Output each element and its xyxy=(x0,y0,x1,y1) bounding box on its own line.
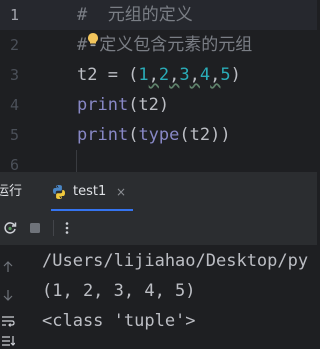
run-panel-title: 运行 xyxy=(0,184,23,199)
arrow-up-icon[interactable] xyxy=(0,259,16,275)
run-toolbar xyxy=(0,211,317,246)
code-line[interactable]: 4 print(t2) xyxy=(0,90,317,120)
code-token: ) xyxy=(230,65,241,85)
console-gutter xyxy=(0,245,24,349)
code-line[interactable]: 6 xyxy=(0,150,317,172)
code-token: t2 = ( xyxy=(77,65,139,85)
code-line[interactable]: 5 print(type(t2)) xyxy=(0,120,317,150)
code-token: # xyxy=(77,35,88,55)
code-token: ( xyxy=(128,125,139,145)
code-token: # 元组的定义 xyxy=(77,5,193,25)
code-token: print xyxy=(77,125,129,145)
tab-test1[interactable]: test1 × xyxy=(51,173,136,211)
tab-label: test1 xyxy=(73,184,107,199)
stop-icon[interactable] xyxy=(25,218,45,238)
run-tool-window: 运行 test1 × /Users/lijiahao/Desktop/py (1… xyxy=(0,172,317,349)
more-vertical-icon[interactable] xyxy=(57,218,77,238)
indent-guide xyxy=(76,150,77,172)
line-number: 4 xyxy=(9,96,20,114)
line-number: 2 xyxy=(9,36,20,54)
soft-wrap-icon[interactable] xyxy=(0,313,16,329)
code-token: , xyxy=(169,65,180,85)
scroll-to-end-icon[interactable] xyxy=(0,333,16,349)
code-token: 1 xyxy=(138,65,149,85)
close-icon[interactable]: × xyxy=(116,173,126,211)
code-token: , xyxy=(210,65,221,85)
console-output[interactable]: /Users/lijiahao/Desktop/py (1, 2, 3, 4, … xyxy=(42,245,317,349)
toolbar-separator xyxy=(53,220,54,236)
code-token: 3 xyxy=(179,65,190,85)
line-number: 5 xyxy=(9,126,20,144)
lightbulb-icon[interactable] xyxy=(87,28,99,58)
code-token: print xyxy=(77,95,129,115)
code-text: t2 = (1,2,3,4,5) xyxy=(77,60,241,90)
code-text: # 定义包含元素的元组 xyxy=(77,30,252,60)
code-token: type xyxy=(138,125,180,145)
code-token: 5 xyxy=(220,65,231,85)
output-line: /Users/lijiahao/Desktop/py xyxy=(42,251,309,271)
line-number: 3 xyxy=(9,66,20,84)
line-number: 6 xyxy=(9,156,20,172)
rerun-icon[interactable] xyxy=(0,218,20,238)
output-line: (1, 2, 3, 4, 5) xyxy=(42,281,196,301)
code-token: , xyxy=(189,65,200,85)
code-line[interactable]: 3 t2 = (1,2,3,4,5) xyxy=(0,60,317,90)
run-tab-bar: 运行 test1 × xyxy=(0,173,317,211)
output-line: <class 'tuple'> xyxy=(42,311,196,331)
arrow-down-icon[interactable] xyxy=(0,287,16,303)
code-text: print(t2) xyxy=(77,90,169,120)
python-icon xyxy=(51,184,67,204)
code-token: (t2)) xyxy=(179,125,231,145)
code-line[interactable]: 2 # 定义包含元素的元组 xyxy=(0,30,317,60)
code-text: print(type(t2)) xyxy=(77,120,231,150)
code-token: 2 xyxy=(158,65,170,85)
code-token: 定义包含元素的元组 xyxy=(99,35,253,55)
code-token: (t2) xyxy=(128,95,170,115)
code-text: # 元组的定义 xyxy=(77,0,193,30)
code-line[interactable]: 1 # 元组的定义 xyxy=(0,0,317,30)
code-token: , xyxy=(148,65,159,85)
code-editor[interactable]: 1 # 元组的定义 2 # 定义包含元素的元组 3 t2 = (1,2,3,4,5) 4 pri… xyxy=(0,0,317,172)
code-token: 4 xyxy=(199,65,211,85)
line-number: 1 xyxy=(9,6,20,24)
